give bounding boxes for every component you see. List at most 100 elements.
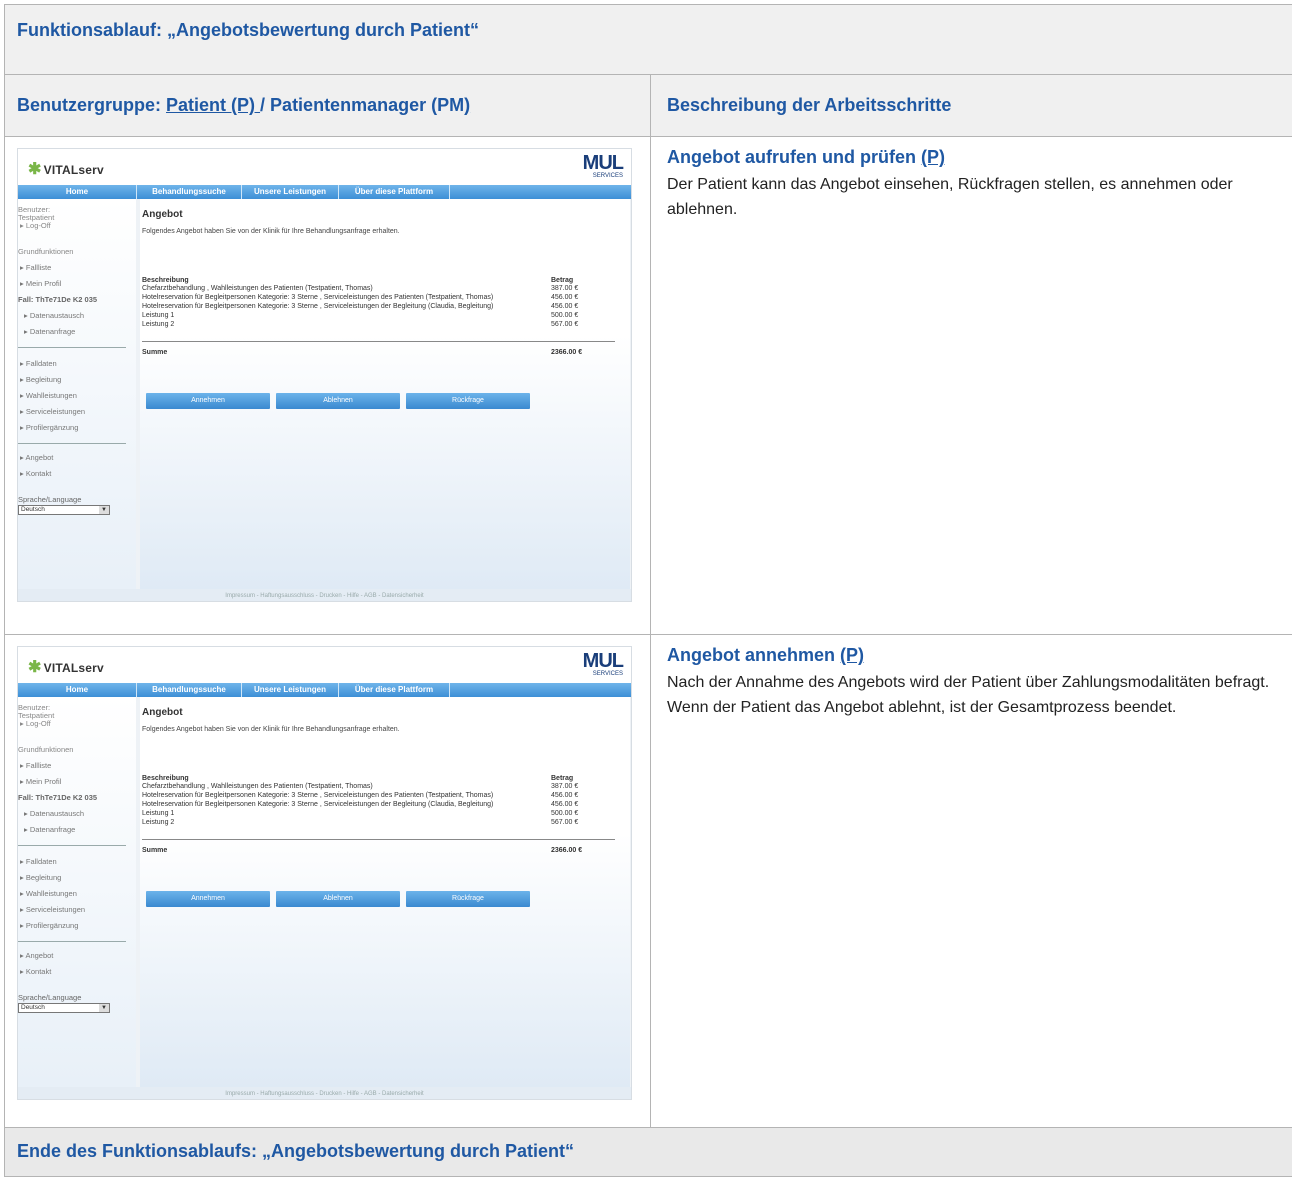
- document-title: Funktionsablauf: „Angebotsbewertung durc…: [17, 20, 480, 40]
- step-title: Angebot aufrufen und prüfen (P): [667, 147, 1287, 168]
- step-title-text: Angebot aufrufen und prüfen: [667, 147, 921, 167]
- sidebar-case-id: Fall: ThTe71De K2 035: [18, 295, 98, 304]
- sidebar-item-label: Begleitung: [25, 375, 62, 384]
- sidebar-logoff[interactable]: ▸ Log-Off: [20, 221, 51, 230]
- reject-button[interactable]: Ablehnen: [276, 393, 400, 409]
- sidebar-item-data-request[interactable]: ▸ Datenanfrage: [24, 825, 75, 834]
- sum-label: Summe: [142, 847, 168, 854]
- offer-row-amount: 500.00 €: [551, 810, 579, 817]
- mul-logo-text: MUL: [582, 152, 624, 174]
- accept-button[interactable]: Annehmen: [146, 891, 270, 907]
- offer-row-amount: 387.00 €: [551, 285, 579, 292]
- language-select[interactable]: Deutsch ▼: [18, 505, 110, 515]
- step-title: Angebot annehmen (P): [667, 645, 1287, 666]
- col-header-description: Beschreibung: [142, 775, 189, 782]
- person-figure-icon: ✱: [28, 161, 42, 178]
- user-group-manager: Patientenmanager (PM: [265, 95, 465, 115]
- sum-label: Summe: [142, 349, 168, 356]
- app-sidebar: Benutzer: Testpatient ▸ Log-Off Grundfun…: [18, 199, 136, 589]
- sidebar-item-label: Fallliste: [25, 263, 52, 272]
- step-body: Der Patient kann das Angebot einsehen, R…: [667, 176, 1233, 218]
- nav-services[interactable]: Unsere Leistungen: [242, 685, 338, 694]
- sidebar-item-label: Wahlleistungen: [25, 391, 77, 400]
- step-role-link[interactable]: (P): [921, 147, 945, 167]
- sidebar-item-companion[interactable]: ▸ Begleitung: [20, 375, 61, 384]
- app-main: Angebot Folgendes Angebot haben Sie von …: [140, 697, 630, 1087]
- sidebar-item-optional-services[interactable]: ▸ Wahlleistungen: [20, 889, 77, 898]
- language-label: Sprache/Language: [18, 495, 82, 504]
- sidebar-item-label: Datenaustausch: [29, 809, 85, 818]
- query-button[interactable]: Rückfrage: [406, 393, 530, 409]
- nav-services[interactable]: Unsere Leistungen: [242, 187, 338, 196]
- mul-services-logo: MUL SERVICES: [582, 152, 624, 179]
- query-button[interactable]: Rückfrage: [406, 891, 530, 907]
- offer-row-amount: 500.00 €: [551, 312, 579, 319]
- sidebar-item-label: Profilergänzung: [25, 423, 79, 432]
- sidebar-item-contact[interactable]: ▸ Kontakt: [20, 967, 51, 976]
- offer-row-description: Leistung 1: [142, 312, 175, 319]
- sidebar-item-label: Fallliste: [25, 761, 52, 770]
- language-select[interactable]: Deutsch ▼: [18, 1003, 110, 1013]
- app-header: ✱ VITALserv MUL SERVICES: [18, 149, 631, 185]
- end-row: Ende des Funktionsablaufs: „Angebotsbewe…: [4, 1127, 1292, 1177]
- nav-treatment-search[interactable]: Behandlungssuche: [137, 685, 241, 694]
- header-row: Benutzergruppe: Patient (P) / Patientenm…: [4, 74, 1292, 136]
- sidebar-item-label: Datenaustausch: [29, 311, 85, 320]
- sidebar-item-offer[interactable]: ▸ Angebot: [20, 453, 53, 462]
- sidebar-item-label: Mein Profil: [25, 279, 62, 288]
- sidebar-item-data-request[interactable]: ▸ Datenanfrage: [24, 327, 75, 336]
- step-description: Angebot annehmen (P) Nach der Annahme de…: [667, 645, 1287, 720]
- sidebar-item-label: Serviceleistungen: [25, 407, 86, 416]
- app-screenshot: ✱ VITALserv MUL SERVICES Home Behandlungs…: [17, 646, 632, 1100]
- sidebar-item-profile-supplement[interactable]: ▸ Profilergänzung: [20, 921, 78, 930]
- sidebar-item-fallliste[interactable]: ▸ Fallliste: [20, 263, 51, 272]
- sidebar-item-service-services[interactable]: ▸ Serviceleistungen: [20, 905, 85, 914]
- sidebar-item-profile-supplement[interactable]: ▸ Profilergänzung: [20, 423, 78, 432]
- offer-intro: Folgendes Angebot haben Sie von der Klin…: [142, 726, 400, 733]
- sidebar-item-companion[interactable]: ▸ Begleitung: [20, 873, 61, 882]
- user-group-close-link[interactable]: ): [464, 95, 470, 115]
- sidebar-item-profile[interactable]: ▸ Mein Profil: [20, 777, 61, 786]
- language-label: Sprache/Language: [18, 993, 82, 1002]
- app-footer: Impressum - Haftungsausschluss - Drucken…: [18, 589, 631, 601]
- accept-button[interactable]: Annehmen: [146, 393, 270, 409]
- sidebar-item-offer[interactable]: ▸ Angebot: [20, 951, 53, 960]
- nav-about-platform[interactable]: Über diese Plattform: [339, 187, 449, 196]
- step-role-link[interactable]: (P): [840, 645, 864, 665]
- language-select-value: Deutsch: [21, 506, 45, 513]
- sidebar-item-label: Kontakt: [25, 967, 52, 976]
- offer-row-description: Hotelreservation für Begleitpersonen Kat…: [142, 801, 494, 808]
- nav-home[interactable]: Home: [18, 187, 136, 196]
- sidebar-logoff[interactable]: ▸ Log-Off: [20, 719, 51, 728]
- person-figure-icon: ✱: [28, 659, 42, 676]
- sidebar-item-case-data[interactable]: ▸ Falldaten: [20, 857, 57, 866]
- sidebar-item-contact[interactable]: ▸ Kontakt: [20, 469, 51, 478]
- sidebar-item-label: Wahlleistungen: [25, 889, 77, 898]
- sidebar-item-optional-services[interactable]: ▸ Wahlleistungen: [20, 391, 77, 400]
- sidebar-item-case-data[interactable]: ▸ Falldaten: [20, 359, 57, 368]
- sidebar-logoff-label: Log-Off: [25, 719, 51, 728]
- sidebar-item-data-exchange[interactable]: ▸ Datenaustausch: [24, 809, 84, 818]
- nav-about-platform[interactable]: Über diese Plattform: [339, 685, 449, 694]
- sidebar-item-service-services[interactable]: ▸ Serviceleistungen: [20, 407, 85, 416]
- user-group-heading: Benutzergruppe: Patient (P) / Patientenm…: [17, 95, 470, 116]
- sum-divider: [142, 341, 615, 342]
- user-group-patient-link[interactable]: Patient (P): [166, 95, 260, 115]
- language-select-value: Deutsch: [21, 1004, 45, 1011]
- vitalserv-logo: ✱ VITALserv: [28, 159, 104, 179]
- sidebar-item-label: Begleitung: [25, 873, 62, 882]
- sidebar-item-profile[interactable]: ▸ Mein Profil: [20, 279, 61, 288]
- reject-button[interactable]: Ablehnen: [276, 891, 400, 907]
- step-title-text: Angebot annehmen: [667, 645, 841, 665]
- mul-logo-text: MUL: [582, 650, 624, 672]
- app-navbar: Home Behandlungssuche Unsere Leistungen …: [18, 683, 631, 697]
- offer-row-amount: 456.00 €: [551, 801, 579, 808]
- sidebar-item-data-exchange[interactable]: ▸ Datenaustausch: [24, 311, 84, 320]
- offer-row-description: Chefarztbehandlung , Wahlleistungen des …: [142, 285, 373, 292]
- vitalserv-logo-text: VITALserv: [43, 163, 104, 177]
- nav-home[interactable]: Home: [18, 685, 136, 694]
- sidebar-section-basic: Grundfunktionen: [18, 247, 74, 256]
- nav-treatment-search[interactable]: Behandlungssuche: [137, 187, 241, 196]
- sidebar-item-fallliste[interactable]: ▸ Fallliste: [20, 761, 51, 770]
- app-main: Angebot Folgendes Angebot haben Sie von …: [140, 199, 630, 589]
